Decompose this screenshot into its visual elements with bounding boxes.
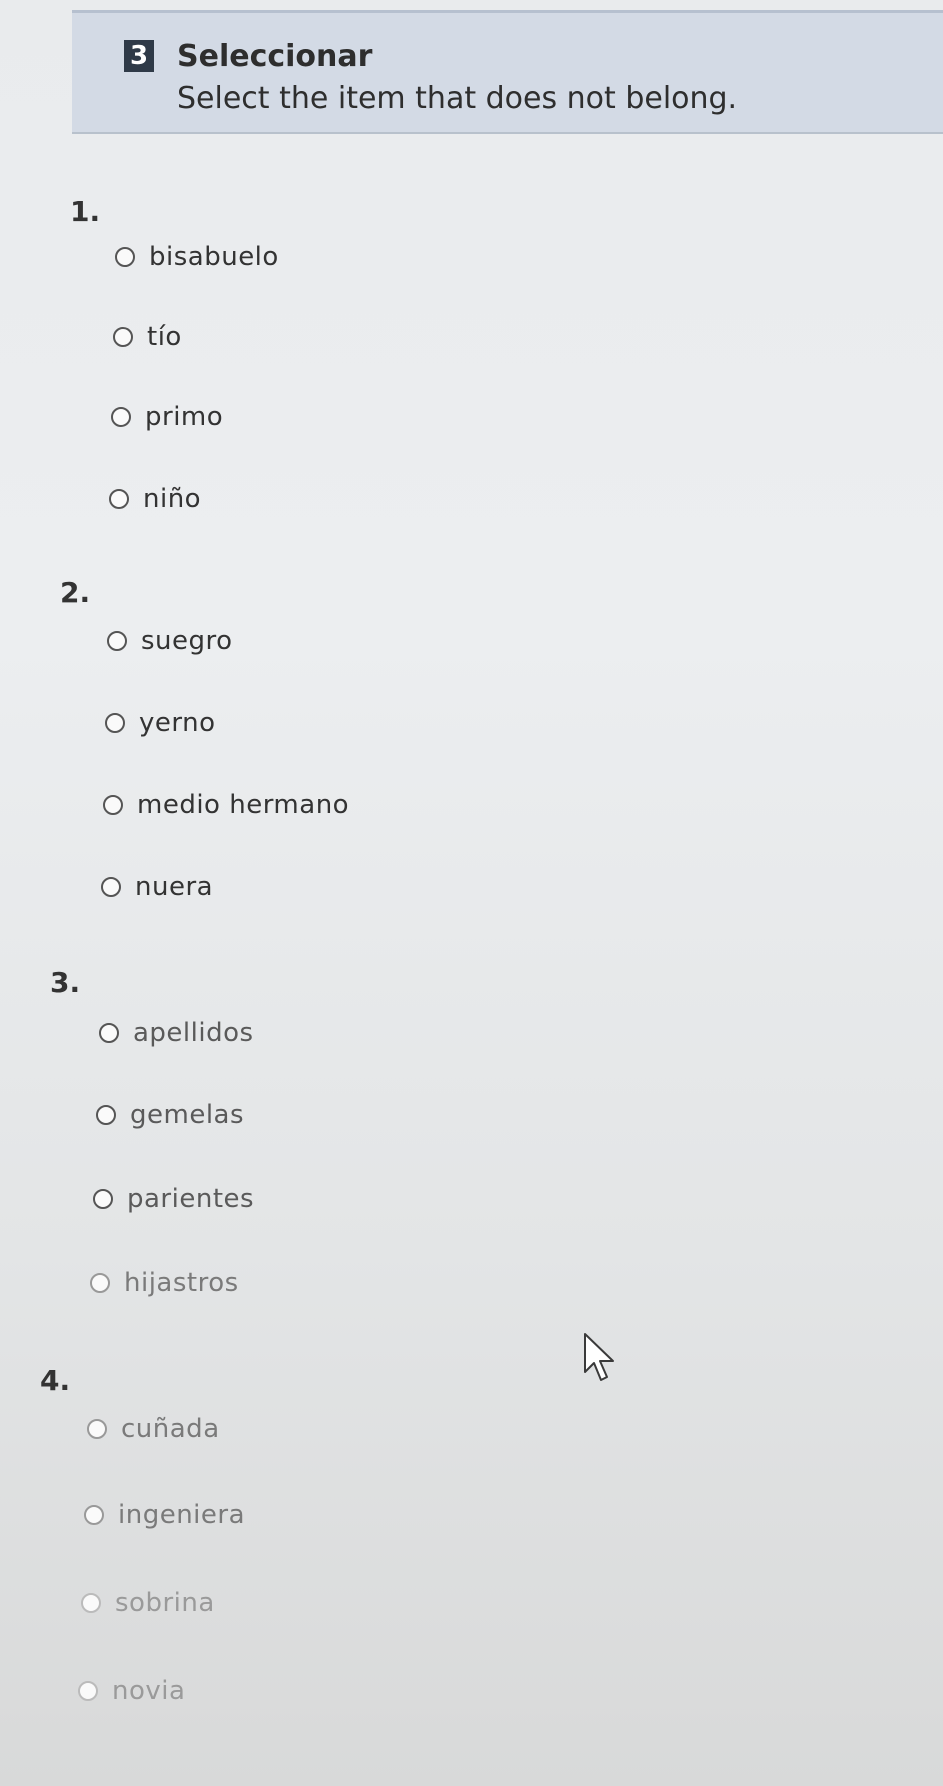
option-label: medio hermano	[137, 790, 350, 820]
q3-option-4[interactable]: hijastros	[90, 1268, 239, 1298]
option-label: yerno	[139, 708, 216, 738]
q3-option-2[interactable]: gemelas	[96, 1100, 244, 1130]
option-label: ingeniera	[118, 1500, 246, 1530]
q3-option-3[interactable]: parientes	[93, 1184, 254, 1214]
radio-button-icon[interactable]	[101, 877, 121, 897]
q2-option-3[interactable]: medio hermano	[103, 790, 349, 820]
option-label: parientes	[127, 1184, 255, 1214]
question-number-2: 2.	[60, 576, 91, 609]
radio-button-icon[interactable]	[84, 1505, 104, 1525]
option-label: sobrina	[115, 1588, 215, 1618]
q4-option-2[interactable]: ingeniera	[84, 1500, 245, 1530]
q4-option-4[interactable]: novia	[78, 1676, 185, 1706]
mouse-pointer-icon	[584, 1333, 614, 1381]
radio-button-icon[interactable]	[113, 327, 133, 347]
option-label: nuera	[135, 872, 214, 902]
section-title: Seleccionar	[177, 39, 373, 74]
radio-button-icon[interactable]	[96, 1105, 116, 1125]
q3-option-1[interactable]: apellidos	[99, 1018, 254, 1048]
radio-button-icon[interactable]	[90, 1273, 110, 1293]
q2-option-1[interactable]: suegro	[107, 626, 233, 656]
option-label: suegro	[141, 626, 233, 656]
radio-button-icon[interactable]	[78, 1681, 98, 1701]
q2-option-4[interactable]: nuera	[101, 872, 213, 902]
option-label: hijastros	[124, 1268, 239, 1298]
section-header: 3 Seleccionar Select the item that does …	[72, 10, 943, 134]
option-label: niño	[143, 484, 202, 514]
radio-button-icon[interactable]	[107, 631, 127, 651]
radio-button-icon[interactable]	[103, 795, 123, 815]
option-label: apellidos	[133, 1018, 254, 1048]
radio-button-icon[interactable]	[115, 247, 135, 267]
radio-button-icon[interactable]	[109, 489, 129, 509]
question-number-4: 4.	[40, 1364, 71, 1397]
option-label: tío	[147, 322, 182, 352]
radio-button-icon[interactable]	[105, 713, 125, 733]
q2-option-2[interactable]: yerno	[105, 708, 216, 738]
section-instruction: Select the item that does not belong.	[177, 81, 738, 116]
radio-button-icon[interactable]	[111, 407, 131, 427]
option-label: gemelas	[130, 1100, 245, 1130]
section-number-badge: 3	[124, 40, 154, 72]
question-number-1: 1.	[70, 195, 101, 228]
radio-button-icon[interactable]	[87, 1419, 107, 1439]
q4-option-3[interactable]: sobrina	[81, 1588, 215, 1618]
question-number-3: 3.	[50, 966, 81, 999]
radio-button-icon[interactable]	[81, 1593, 101, 1613]
q4-option-1[interactable]: cuñada	[87, 1414, 220, 1444]
radio-button-icon[interactable]	[99, 1023, 119, 1043]
radio-button-icon[interactable]	[93, 1189, 113, 1209]
q1-option-4[interactable]: niño	[109, 484, 201, 514]
option-label: primo	[145, 402, 224, 432]
q1-option-2[interactable]: tío	[113, 322, 182, 352]
option-label: bisabuelo	[149, 242, 279, 272]
option-label: novia	[112, 1676, 186, 1706]
option-label: cuñada	[121, 1414, 220, 1444]
q1-option-1[interactable]: bisabuelo	[115, 242, 279, 272]
q1-option-3[interactable]: primo	[111, 402, 223, 432]
